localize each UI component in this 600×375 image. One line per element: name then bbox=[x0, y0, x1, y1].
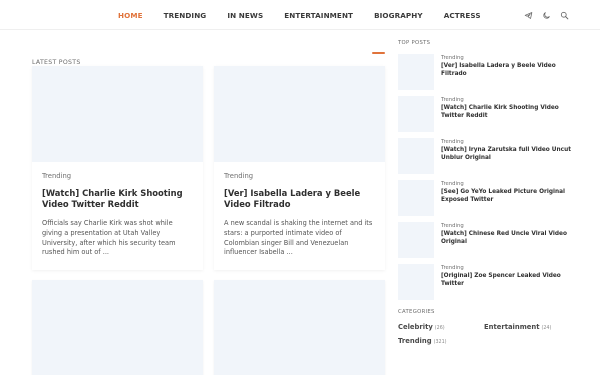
nav-home[interactable]: HOME bbox=[118, 11, 143, 20]
latest-posts-header: LATEST POSTS bbox=[32, 49, 385, 66]
site-header: HOME TRENDING IN NEWS ENTERTAINMENT BIOG… bbox=[0, 0, 600, 30]
top-post-item[interactable]: Trending [Ver] Isabella Ladera y Beele V… bbox=[398, 54, 578, 90]
top-post-thumbnail[interactable] bbox=[398, 222, 434, 258]
post-excerpt: A new scandal is shaking the internet an… bbox=[224, 219, 373, 257]
top-post-thumbnail[interactable] bbox=[398, 54, 434, 90]
top-post-item[interactable]: Trending [Original] Zoe Spencer Leaked V… bbox=[398, 264, 578, 300]
post-card-body: Trending [Watch] Charlie Kirk Shooting V… bbox=[32, 162, 203, 258]
top-post-category-label[interactable]: Trending bbox=[441, 139, 464, 145]
section-accent-bar bbox=[372, 52, 385, 54]
post-category-label[interactable]: Trending bbox=[224, 172, 375, 180]
category-count: (321) bbox=[433, 340, 447, 345]
top-post-title[interactable]: [See] Go YeYo Leaked Picture Original Ex… bbox=[441, 189, 573, 204]
category-name[interactable]: Entertainment bbox=[484, 323, 539, 331]
post-thumbnail[interactable] bbox=[214, 66, 385, 162]
category-link-entertainment[interactable]: Entertainment (24) bbox=[484, 323, 551, 331]
post-excerpt: Officials say Charlie Kirk was shot whil… bbox=[42, 219, 176, 257]
top-post-item[interactable]: Trending [Watch] Chinese Red Uncle Viral… bbox=[398, 222, 578, 258]
nav-biography[interactable]: BIOGRAPHY bbox=[374, 11, 423, 20]
top-post-title[interactable]: [Watch] Charlie Kirk Shooting Video Twit… bbox=[441, 105, 573, 120]
top-posts-title: TOP POSTS bbox=[398, 40, 431, 46]
top-post-title[interactable]: [Watch] Chinese Red Uncle Viral Video Or… bbox=[441, 231, 573, 246]
top-post-category-label[interactable]: Trending bbox=[441, 265, 464, 271]
telegram-icon[interactable] bbox=[522, 9, 534, 21]
top-post-thumbnail[interactable] bbox=[398, 96, 434, 132]
category-link-celebrity[interactable]: Celebrity (26) bbox=[398, 323, 445, 331]
categories-title: CATEGORIES bbox=[398, 309, 435, 315]
top-post-thumbnail[interactable] bbox=[398, 180, 434, 216]
post-thumbnail[interactable] bbox=[214, 280, 385, 375]
top-post-thumbnail[interactable] bbox=[398, 264, 434, 300]
post-title[interactable]: [Watch] Charlie Kirk Shooting Video Twit… bbox=[42, 188, 193, 210]
category-count: (24) bbox=[541, 326, 552, 331]
page: HOME TRENDING IN NEWS ENTERTAINMENT BIOG… bbox=[0, 0, 600, 375]
category-link-trending[interactable]: Trending (321) bbox=[398, 337, 447, 345]
nav-entertainment[interactable]: ENTERTAINMENT bbox=[284, 11, 353, 20]
dark-mode-moon-icon[interactable] bbox=[540, 9, 552, 21]
top-post-category-label[interactable]: Trending bbox=[441, 97, 464, 103]
top-post-title[interactable]: [Ver] Isabella Ladera y Beele Video Filt… bbox=[441, 63, 573, 78]
header-actions bbox=[516, 9, 570, 21]
category-name[interactable]: Trending bbox=[398, 337, 432, 345]
top-post-item[interactable]: Trending [See] Go YeYo Leaked Picture Or… bbox=[398, 180, 578, 216]
main-nav: HOME TRENDING IN NEWS ENTERTAINMENT BIOG… bbox=[118, 0, 502, 30]
nav-in-news[interactable]: IN NEWS bbox=[227, 11, 263, 20]
top-post-title[interactable]: [Watch] Iryna Zarutska full Video Uncut … bbox=[441, 147, 573, 162]
category-name[interactable]: Celebrity bbox=[398, 323, 433, 331]
top-post-category-label[interactable]: Trending bbox=[441, 55, 464, 61]
post-category-label[interactable]: Trending bbox=[42, 172, 193, 180]
top-post-category-label[interactable]: Trending bbox=[441, 181, 464, 187]
top-post-category-label[interactable]: Trending bbox=[441, 223, 464, 229]
top-post-thumbnail[interactable] bbox=[398, 138, 434, 174]
post-card[interactable]: Trending [Watch] Charlie Kirk Shooting V… bbox=[32, 66, 203, 270]
latest-posts-title: LATEST POSTS bbox=[32, 59, 81, 66]
post-title[interactable]: [Ver] Isabella Ladera y Beele Video Filt… bbox=[224, 188, 375, 210]
category-count: (26) bbox=[434, 326, 445, 331]
post-card-body: Trending [Ver] Isabella Ladera y Beele V… bbox=[214, 162, 385, 258]
top-post-item[interactable]: Trending [Watch] Charlie Kirk Shooting V… bbox=[398, 96, 578, 132]
nav-actress[interactable]: ACTRESS bbox=[444, 11, 481, 20]
nav-trending[interactable]: TRENDING bbox=[164, 11, 207, 20]
post-thumbnail[interactable] bbox=[32, 66, 203, 162]
top-post-title[interactable]: [Original] Zoe Spencer Leaked Video Twit… bbox=[441, 273, 573, 288]
top-post-item[interactable]: Trending [Watch] Iryna Zarutska full Vid… bbox=[398, 138, 578, 174]
search-icon[interactable] bbox=[558, 9, 570, 21]
post-thumbnail[interactable] bbox=[32, 280, 203, 375]
post-card[interactable]: Trending [Ver] Isabella Ladera y Beele V… bbox=[214, 66, 385, 270]
